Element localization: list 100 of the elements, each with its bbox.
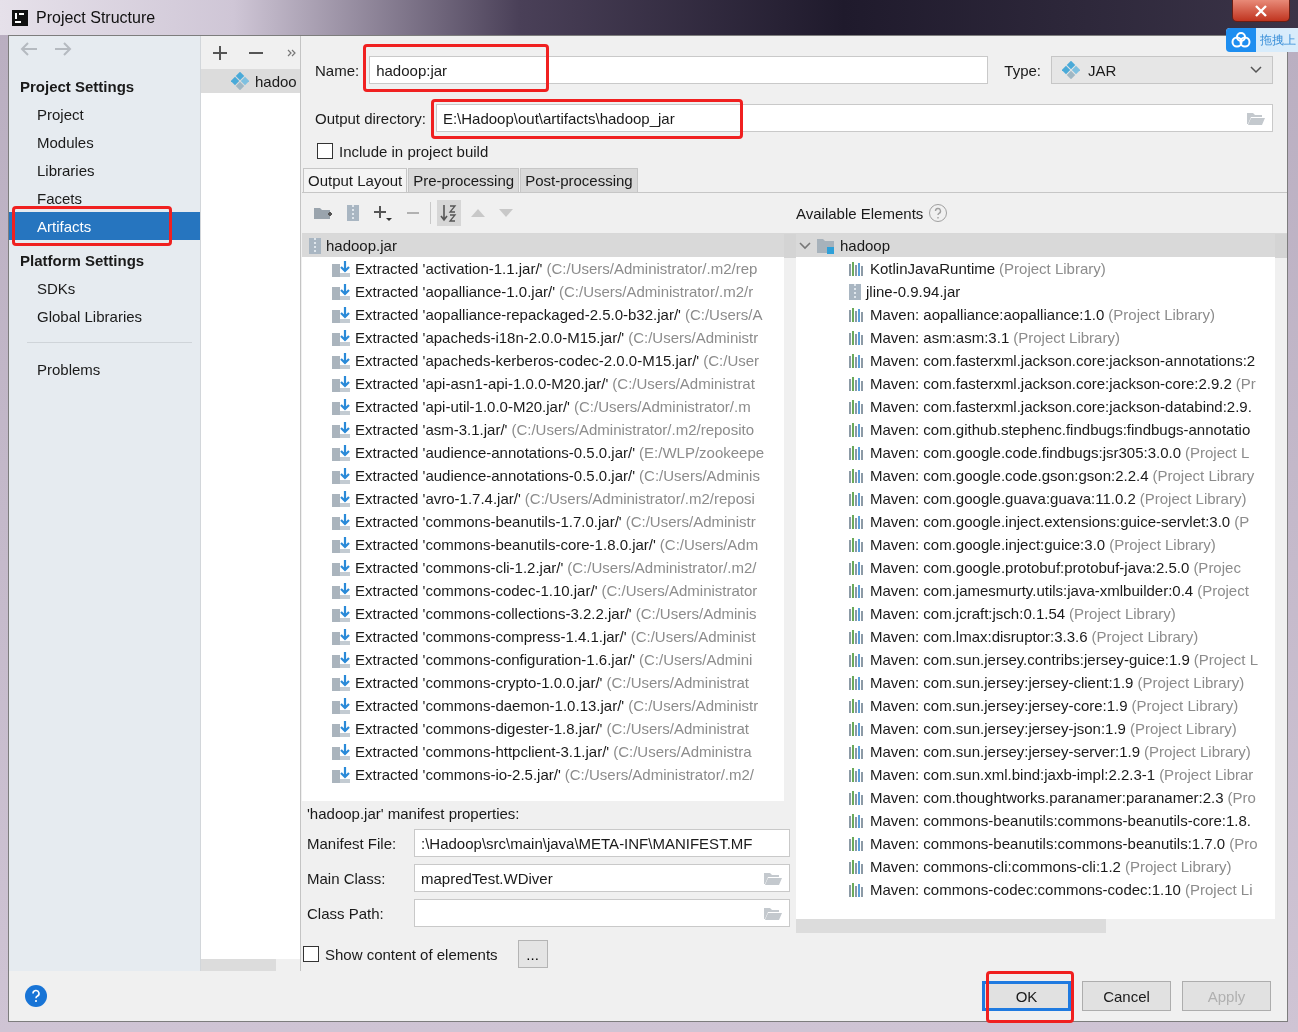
tree-row[interactable]: Maven: com.sun.jersey:jersey-json:1.9 (Project Library)	[796, 717, 1275, 740]
tree-row[interactable]: Maven: com.jamesmurty.utils:java-xmlbuilder:0.4 (Project	[796, 579, 1275, 602]
tree-row[interactable]: Maven: com.fasterxml.jackson.core:jackson-annotations:2	[796, 349, 1275, 372]
tree-row[interactable]: Extracted 'aopalliance-1.0.jar/' (C:/Users/Administrator/.m2/r	[302, 280, 784, 303]
tree-row[interactable]: Maven: com.google.inject:guice:3.0 (Project Library)	[796, 533, 1275, 556]
tree-row[interactable]: Maven: com.google.code.findbugs:jsr305:3.0.0 (Project L	[796, 441, 1275, 464]
sidebar-item[interactable]: Problems	[9, 355, 200, 383]
tree-row[interactable]: Extracted 'audience-annotations-0.5.0.jar/' (E:/WLP/zookeepe	[302, 441, 784, 464]
tree-row[interactable]: Maven: com.jcraft:jsch:0.1.54 (Project Library)	[796, 602, 1275, 625]
tree-row[interactable]: Extracted 'activation-1.1.jar/' (C:/Users/Administrator/.m2/rep	[302, 257, 784, 280]
folder-icon	[816, 236, 836, 255]
tree-row[interactable]: Extracted 'asm-3.1.jar/' (C:/Users/Administrator/.m2/reposito	[302, 418, 784, 441]
upload-label: 拖拽上	[1260, 31, 1297, 49]
tree-row[interactable]: Extracted 'commons-compress-1.4.1.jar/' (C:/Users/Administ	[302, 625, 784, 648]
scrollbar[interactable]	[784, 234, 796, 801]
library-icon	[848, 628, 866, 645]
checkbox[interactable]	[317, 143, 333, 159]
tree-row[interactable]: hadoop	[796, 234, 1275, 257]
tree-row[interactable]: Extracted 'commons-beanutils-1.7.0.jar/' (C:/Users/Administr	[302, 510, 784, 533]
name-field[interactable]: hadoop:jar	[369, 56, 989, 84]
tree-row[interactable]: Maven: com.github.stephenc.findbugs:findbugs-annotatio	[796, 418, 1275, 441]
tab[interactable]: Post-processing	[520, 168, 638, 192]
tree-row[interactable]: Maven: asm:asm:3.1 (Project Library)	[796, 326, 1275, 349]
checkbox[interactable]	[303, 946, 319, 962]
manifest-field[interactable]: :\Hadoop\src\main\java\META-INF\MANIFEST.MF	[414, 829, 790, 857]
extract-icon	[331, 627, 351, 646]
tree-row[interactable]: Maven: commons-beanutils:commons-beanutils:1.7.0 (Pro	[796, 832, 1275, 855]
folder-icon	[763, 870, 783, 886]
dialog-button[interactable]: Cancel	[1082, 981, 1171, 1011]
sidebar-item[interactable]: Global Libraries	[9, 302, 200, 330]
tree-row[interactable]: Maven: com.google.protobuf:protobuf-java:2.5.0 (Projec	[796, 556, 1275, 579]
tree-row[interactable]: Maven: com.sun.jersey:jersey-client:1.9 (Project Library)	[796, 671, 1275, 694]
sort-button[interactable]	[437, 200, 461, 226]
tree-row[interactable]: Maven: com.thoughtworks.paranamer:paranamer:2.3 (Pro	[796, 786, 1275, 809]
tree-row[interactable]: Extracted 'commons-httpclient-3.1.jar/' (C:/Users/Administra	[302, 740, 784, 763]
type-dropdown[interactable]: JAR	[1051, 56, 1273, 84]
manifest-field[interactable]	[414, 899, 790, 927]
show-content-checkbox[interactable]: Show content of elements	[303, 944, 498, 964]
tree-row[interactable]: Extracted 'commons-digester-1.8.jar/' (C:/Users/Administrat	[302, 717, 784, 740]
tree-row[interactable]: Maven: com.fasterxml.jackson.core:jackson-databind:2.9.	[796, 395, 1275, 418]
scrollbar[interactable]	[201, 959, 300, 971]
help-button[interactable]	[25, 985, 47, 1007]
sidebar-item[interactable]: Libraries	[9, 156, 200, 184]
tree-row[interactable]: Extracted 'commons-collections-3.2.2.jar/' (C:/Users/Adminis	[302, 602, 784, 625]
tab[interactable]: Pre-processing	[408, 168, 520, 192]
tree-row[interactable]: Extracted 'commons-configuration-1.6.jar/' (C:/Users/Admini	[302, 648, 784, 671]
sidebar-item[interactable]: Modules	[9, 128, 200, 156]
tree-row[interactable]: Maven: com.google.guava:guava:11.0.2 (Project Library)	[796, 487, 1275, 510]
more-button[interactable]: ...	[517, 940, 548, 968]
tree-row[interactable]: Maven: commons-codec:commons-codec:1.10 (Project Li	[796, 878, 1275, 901]
tree-row[interactable]: Maven: com.sun.jersey.contribs:jersey-guice:1.9 (Project L	[796, 648, 1275, 671]
sidebar-item[interactable]: Project	[9, 100, 200, 128]
tree-row[interactable]: Maven: commons-beanutils:commons-beanutils-core:1.8.	[796, 809, 1275, 832]
library-icon	[848, 674, 866, 691]
extract-icon	[331, 742, 351, 761]
library-icon	[848, 398, 866, 415]
tree-row[interactable]: Extracted 'commons-codec-1.10.jar/' (C:/Users/Administrator	[302, 579, 784, 602]
extract-icon	[331, 466, 351, 485]
library-icon	[848, 375, 866, 392]
tree-row[interactable]: Maven: com.fasterxml.jackson.core:jackson-core:2.9.2 (Pr	[796, 372, 1275, 395]
tree-row[interactable]: Extracted 'apacheds-kerberos-codec-2.0.0-M15.jar/' (C:/User	[302, 349, 784, 372]
tree-row[interactable]: Extracted 'apacheds-i18n-2.0.0-M15.jar/' (C:/Users/Administr	[302, 326, 784, 349]
tree-row[interactable]: Maven: com.google.inject.extensions:guice-servlet:3.0 (P	[796, 510, 1275, 533]
output-directory-field[interactable]: E:\Hadoop\out\artifacts\hadoop_jar	[435, 104, 1273, 132]
extract-icon	[331, 259, 351, 278]
tree-row[interactable]: Extracted 'commons-crypto-1.0.0.jar/' (C:/Users/Administrat	[302, 671, 784, 694]
dialog-button[interactable]: OK	[982, 981, 1071, 1011]
tree-row[interactable]: jline-0.9.94.jar	[796, 280, 1275, 303]
tree-row[interactable]: Maven: commons-cli:commons-cli:1.2 (Project Library)	[796, 855, 1275, 878]
artifact-item[interactable]: hadoo	[201, 69, 300, 93]
tree-row[interactable]: Extracted 'api-asn1-api-1.0.0-M20.jar/' (C:/Users/Administrat	[302, 372, 784, 395]
tree-row[interactable]: Maven: com.sun.xml.bind:jaxb-impl:2.2.3-1 (Project Librar	[796, 763, 1275, 786]
manifest-field[interactable]: mapredTest.WDiver	[414, 864, 790, 892]
scrollbar[interactable]	[796, 919, 1287, 933]
sidebar-item[interactable]: Facets	[9, 184, 200, 212]
include-checkbox[interactable]: Include in project build	[302, 141, 1287, 161]
archive-icon	[848, 282, 862, 301]
library-icon	[848, 536, 866, 553]
tree-row[interactable]: KotlinJavaRuntime (Project Library)	[796, 257, 1275, 280]
diamond-icon	[231, 72, 249, 90]
tab[interactable]: Output Layout	[303, 168, 408, 192]
tree-row[interactable]: Maven: com.google.code.gson:gson:2.2.4 (Project Library	[796, 464, 1275, 487]
tree-row[interactable]: Extracted 'avro-1.7.4.jar/' (C:/Users/Administrator/.m2/reposi	[302, 487, 784, 510]
tree-row[interactable]: Extracted 'aopalliance-repackaged-2.5.0-b32.jar/' (C:/Users/A	[302, 303, 784, 326]
tree-row[interactable]: Maven: com.sun.jersey:jersey-server:1.9 (Project Library)	[796, 740, 1275, 763]
sidebar-item[interactable]: Artifacts	[9, 212, 200, 240]
extract-icon	[331, 351, 351, 370]
scrollbar[interactable]	[1275, 234, 1287, 919]
tree-row[interactable]: Extracted 'commons-daemon-1.0.13.jar/' (C:/Users/Administr	[302, 694, 784, 717]
tree-row[interactable]: Maven: com.lmax:disruptor:3.3.6 (Project Library)	[796, 625, 1275, 648]
tree-row[interactable]: Extracted 'audience-annotations-0.5.0.jar/' (C:/Users/Adminis	[302, 464, 784, 487]
tree-row[interactable]: Extracted 'commons-beanutils-core-1.8.0.jar/' (C:/Users/Adm	[302, 533, 784, 556]
tree-row[interactable]: Extracted 'commons-io-2.5.jar/' (C:/Users/Administrator/.m2/	[302, 763, 784, 786]
tree-row[interactable]: Extracted 'api-util-1.0.0-M20.jar/' (C:/Users/Administrator/.m	[302, 395, 784, 418]
tree-row[interactable]: Maven: aopalliance:aopalliance:1.0 (Project Library)	[796, 303, 1275, 326]
tree-row[interactable]: Extracted 'commons-cli-1.2.jar/' (C:/Users/Administrator/.m2/	[302, 556, 784, 579]
tree-row[interactable]: Maven: com.sun.jersey:jersey-core:1.9 (Project Library)	[796, 694, 1275, 717]
tree-row[interactable]: hadoop.jar	[302, 234, 784, 257]
close-button[interactable]	[1232, 0, 1290, 22]
sidebar-item[interactable]: SDKs	[9, 274, 200, 302]
